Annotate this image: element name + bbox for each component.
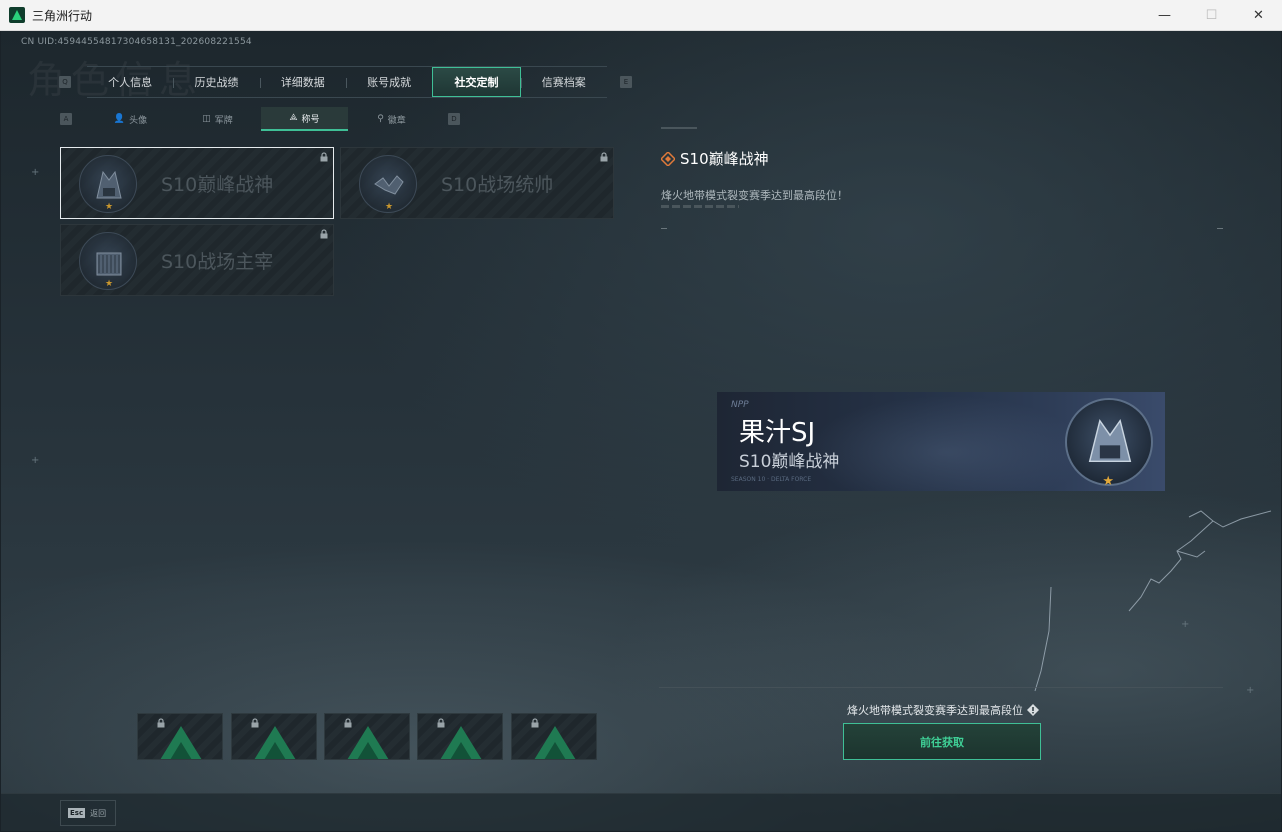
acquire-condition: 烽火地带模式裂变赛季达到最高段位 [847, 702, 1039, 718]
subtab-avatar[interactable]: 👤 头像 [87, 107, 174, 131]
tab-achievements[interactable]: 账号成就 [345, 67, 432, 97]
rank-star-icon: ★ [105, 279, 114, 289]
lock-icon [531, 718, 539, 728]
tab-detailed-data[interactable]: 详细数据 [259, 67, 346, 97]
info-icon[interactable] [1027, 704, 1039, 716]
rank-star-icon: ★ [385, 202, 394, 212]
window-controls: — ☐ ✕ [1141, 0, 1282, 31]
detail-top-rule [661, 127, 697, 129]
esc-key-icon: Esc [68, 808, 86, 818]
lock-icon [437, 718, 445, 728]
game-viewport: + + + + CN UID:4594455481730465813​1_202608… [1, 31, 1281, 831]
lock-icon [600, 152, 608, 162]
svg-text:+: + [1181, 619, 1189, 630]
detail-title: S10巅峰战神 [680, 150, 769, 168]
subtab-label: 徽章 [387, 115, 406, 126]
preview-title: S10巅峰战神 [739, 452, 840, 472]
preview-player-name: 果汁SJ [739, 418, 816, 448]
detail-divider [661, 205, 739, 208]
detail-header: S10巅峰战神 [661, 148, 769, 169]
tab-personal-info[interactable]: 个人信息 [87, 67, 173, 97]
rank-star-icon: ★ [105, 202, 114, 212]
tab-history[interactable]: 历史战绩 [173, 67, 259, 97]
title-card-overlord[interactable]: ★ S10战场主宰 [60, 224, 334, 296]
subtab-badge[interactable]: ⚲ 徽章 [348, 107, 435, 131]
badge-slot[interactable] [417, 713, 503, 760]
close-button[interactable]: ✕ [1235, 0, 1282, 31]
title-rarity-icon [661, 151, 675, 166]
bottom-bar: Esc 返回 [1, 793, 1281, 831]
lock-icon [320, 152, 328, 162]
back-label: 返回 [90, 808, 107, 818]
badge-slot[interactable] [324, 713, 410, 760]
title-card-marshal[interactable]: ★ S10战场统帅 [340, 147, 614, 219]
tab-profile[interactable]: 信赛档案 [520, 67, 607, 97]
badge-slot[interactable] [137, 713, 223, 760]
svg-text:+: + [31, 455, 39, 466]
subtab-title[interactable]: ⟁ 称号 [261, 107, 348, 131]
rank-star-icon: ★ [1102, 474, 1114, 489]
sub-tabs: 👤 头像 ◫ 军牌 ⟁ 称号 ⚲ 徽章 [87, 107, 435, 131]
svg-text:+: + [1246, 685, 1254, 696]
subtab-label: 头像 [129, 115, 148, 126]
subtab-label: 称号 [301, 114, 320, 125]
lock-icon [251, 718, 259, 728]
acquire-description: 烽火地带模式裂变赛季达到最高段位 [847, 704, 1023, 717]
back-button[interactable]: Esc 返回 [60, 800, 116, 826]
title-card-peak-god[interactable]: ★ S10巅峰战神 [60, 147, 334, 219]
acquire-divider [659, 687, 1223, 688]
detail-description: 烽火地带模式裂变赛季达到最高段位！ [661, 189, 848, 202]
lock-icon [157, 718, 165, 728]
badge-slot[interactable] [511, 713, 597, 760]
title-card-name: S10战场主宰 [161, 251, 274, 273]
title-preview-banner: NPP 果汁SJ S10巅峰战神 SEASON 10 · DELTA FORCE… [717, 392, 1165, 491]
title-card-name: S10战场统帅 [441, 174, 554, 196]
lock-icon [320, 229, 328, 239]
prev-subtab-key-hint: A [60, 113, 72, 125]
main-tabs: 个人信息 历史战绩 详细数据 账号成就 社交定制 信赛档案 [87, 66, 607, 98]
next-subtab-key-hint: D [448, 113, 460, 125]
title-icon: ⟁ [289, 113, 298, 123]
badge-icon: ⚲ [377, 114, 384, 124]
uid-label: CN UID:4594455481730465813​1_2026082​215… [21, 37, 252, 47]
tab-social-custom[interactable]: 社交定制 [432, 67, 521, 97]
minimize-button[interactable]: — [1141, 0, 1188, 31]
dogtag-icon: ◫ [202, 114, 211, 124]
subtab-dogtag[interactable]: ◫ 军牌 [174, 107, 261, 131]
maximize-button[interactable]: ☐ [1188, 0, 1235, 31]
window-title: 三角洲行动 [32, 8, 93, 23]
prev-tab-key-hint: Q [59, 76, 71, 88]
person-icon: 👤 [113, 114, 126, 124]
corner-tick [661, 228, 667, 229]
peak-god-emblem-icon [1065, 398, 1153, 486]
go-acquire-button[interactable]: 前往获取 [843, 723, 1041, 760]
app-logo-icon [9, 7, 25, 23]
preview-footer: SEASON 10 · DELTA FORCE [731, 476, 812, 483]
window-titlebar: 三角洲行动 — ☐ ✕ [0, 0, 1282, 31]
svg-text:+: + [31, 167, 39, 178]
corner-tick [1217, 228, 1223, 229]
title-card-name: S10巅峰战神 [161, 174, 274, 196]
subtab-label: 军牌 [214, 115, 233, 126]
preview-brand: NPP [731, 400, 749, 410]
badge-slot[interactable] [231, 713, 317, 760]
next-tab-key-hint: E [620, 76, 632, 88]
lock-icon [344, 718, 352, 728]
